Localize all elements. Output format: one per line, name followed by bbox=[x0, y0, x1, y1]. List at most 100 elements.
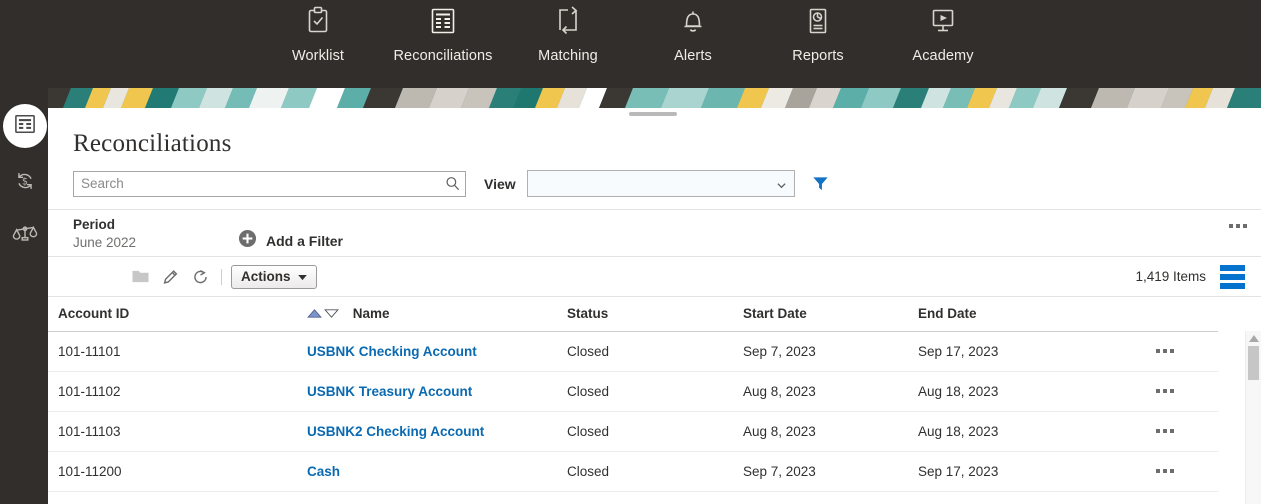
cell-end-date: Aug 18, 2023 bbox=[918, 371, 1108, 412]
table-list-icon bbox=[12, 111, 38, 142]
table-row[interactable]: 101-11103 USBNK2 Checking Account Closed… bbox=[45, 411, 1218, 452]
filter-period-value: June 2022 bbox=[73, 235, 137, 250]
currency-exchange-icon: $ bbox=[11, 167, 39, 200]
view-label: View bbox=[484, 175, 516, 192]
cell-start-date: Aug 8, 2023 bbox=[743, 411, 918, 452]
reconciliation-link[interactable]: Cash bbox=[307, 464, 340, 479]
folder-icon[interactable] bbox=[125, 264, 155, 290]
balance-scale-icon bbox=[11, 219, 39, 252]
ellipsis-dot bbox=[1163, 389, 1167, 394]
plus-circle-icon bbox=[238, 229, 257, 253]
sort-descending-icon[interactable] bbox=[324, 307, 339, 322]
row-menu-icon[interactable] bbox=[1108, 469, 1218, 474]
add-filter-button[interactable]: Add a Filter bbox=[238, 210, 343, 253]
funnel-icon[interactable] bbox=[811, 174, 830, 193]
toolbar-divider bbox=[221, 268, 222, 285]
ellipsis-dot bbox=[1163, 429, 1167, 434]
nav-label: Worklist bbox=[291, 48, 345, 64]
cell-start-date: Sep 7, 2023 bbox=[743, 331, 918, 372]
filter-period[interactable]: Period June 2022 bbox=[73, 210, 238, 252]
list-view-bar bbox=[1220, 273, 1245, 280]
report-chart-icon bbox=[801, 4, 835, 38]
bell-icon bbox=[676, 4, 710, 38]
scrollbar-thumb[interactable] bbox=[1248, 346, 1259, 380]
pencil-icon[interactable] bbox=[155, 264, 185, 290]
nav-item-alerts[interactable]: Alerts bbox=[631, 0, 756, 64]
main-panel: Reconciliations View bbox=[45, 88, 1261, 504]
panel-resize-handle[interactable] bbox=[629, 112, 677, 116]
cell-actions bbox=[1108, 411, 1218, 452]
view-select[interactable] bbox=[526, 170, 795, 197]
nav-label: Reconciliations bbox=[393, 48, 493, 64]
svg-text:$: $ bbox=[22, 176, 28, 187]
ellipsis-dot bbox=[1156, 469, 1160, 474]
reconciliation-link[interactable]: USBNK Treasury Account bbox=[307, 384, 472, 399]
rail-item-reconciliations[interactable] bbox=[3, 104, 47, 148]
table-row[interactable]: 101-11101 USBNK Checking Account Closed … bbox=[45, 331, 1218, 372]
search-field[interactable] bbox=[73, 170, 466, 197]
table-scrollbar[interactable] bbox=[1245, 331, 1261, 504]
cell-account-id: 101-11200 bbox=[45, 451, 307, 492]
row-menu-icon[interactable] bbox=[1108, 429, 1218, 434]
actions-button[interactable]: Actions bbox=[231, 264, 317, 289]
cell-actions bbox=[1108, 331, 1218, 372]
nav-label: Alerts bbox=[674, 48, 712, 64]
actions-label: Actions bbox=[241, 269, 291, 284]
cell-status: Open (with preparer) bbox=[567, 491, 743, 504]
reconciliation-link[interactable]: USBNK2 Checking Account bbox=[307, 424, 484, 439]
sort-ascending-icon[interactable] bbox=[307, 307, 322, 322]
toolbar-right: 1,419 Items bbox=[1135, 264, 1245, 289]
table-row[interactable]: 101-11300 Short Term Investment Open (wi… bbox=[45, 491, 1218, 504]
cell-name: USBNK Treasury Account bbox=[307, 371, 567, 412]
cell-actions bbox=[1108, 451, 1218, 492]
column-header-start-date[interactable]: Start Date bbox=[743, 297, 918, 332]
filter-bar-overflow-menu[interactable] bbox=[1229, 224, 1247, 228]
table-list-icon bbox=[426, 4, 460, 38]
ellipsis-dot bbox=[1163, 349, 1167, 354]
nav-item-reconciliations[interactable]: Reconciliations bbox=[381, 0, 506, 64]
refresh-icon[interactable] bbox=[185, 264, 215, 290]
column-header-name[interactable]: Name bbox=[307, 297, 567, 332]
reconciliation-link[interactable]: USBNK Checking Account bbox=[307, 344, 477, 359]
ellipsis-dot bbox=[1156, 389, 1160, 394]
ellipsis-dot bbox=[1170, 349, 1174, 354]
nav-item-academy[interactable]: Academy bbox=[881, 0, 1006, 64]
ellipsis-dot bbox=[1156, 429, 1160, 434]
cell-start-date: Aug 8, 2023 bbox=[743, 371, 918, 412]
search-icon[interactable] bbox=[445, 176, 460, 196]
list-view-icon[interactable] bbox=[1220, 264, 1245, 289]
column-header-actions bbox=[1108, 297, 1218, 332]
row-menu-icon[interactable] bbox=[1108, 389, 1218, 394]
caret-down-icon bbox=[297, 269, 307, 284]
cell-end-date: Oct 6, 2023 bbox=[918, 491, 1108, 504]
nav-item-worklist[interactable]: Worklist bbox=[256, 0, 381, 64]
cell-name: Short Term Investment bbox=[307, 491, 567, 504]
column-header-account-id[interactable]: Account ID bbox=[45, 297, 307, 332]
row-menu-icon[interactable] bbox=[1108, 349, 1218, 354]
column-label: Account ID bbox=[58, 306, 130, 322]
chevron-down-icon bbox=[775, 178, 788, 196]
monitor-play-icon bbox=[926, 4, 960, 38]
nav-label: Reports bbox=[792, 48, 844, 64]
cell-start-date: Sep 7, 2023 bbox=[743, 451, 918, 492]
column-header-status[interactable]: Status bbox=[567, 297, 743, 332]
search-input[interactable] bbox=[74, 171, 465, 196]
cell-name: USBNK2 Checking Account bbox=[307, 411, 567, 452]
table-row[interactable]: 101-11102 USBNK Treasury Account Closed … bbox=[45, 371, 1218, 412]
column-header-end-date[interactable]: End Date bbox=[918, 297, 1108, 332]
table-row[interactable]: 101-11200 Cash Closed Sep 7, 2023 Sep 17… bbox=[45, 451, 1218, 492]
scroll-up-arrow[interactable] bbox=[1246, 331, 1261, 342]
ellipsis-dot bbox=[1170, 469, 1174, 474]
rail-item-transaction-matching[interactable]: $ bbox=[4, 162, 46, 204]
cell-actions bbox=[1108, 371, 1218, 412]
cell-status: Closed bbox=[567, 451, 743, 492]
nav-label: Academy bbox=[912, 48, 974, 64]
nav-item-reports[interactable]: Reports bbox=[756, 0, 881, 64]
table-body: 101-11101 USBNK Checking Account Closed … bbox=[45, 331, 1218, 504]
rail-item-balance[interactable] bbox=[4, 214, 46, 256]
column-label: Status bbox=[567, 306, 609, 322]
nav-item-matching[interactable]: Matching bbox=[506, 0, 631, 64]
cell-end-date: Sep 17, 2023 bbox=[918, 331, 1108, 372]
sort-controls[interactable] bbox=[307, 307, 339, 322]
table-header-row: Account ID Name Status Start Date End Da… bbox=[45, 297, 1218, 332]
